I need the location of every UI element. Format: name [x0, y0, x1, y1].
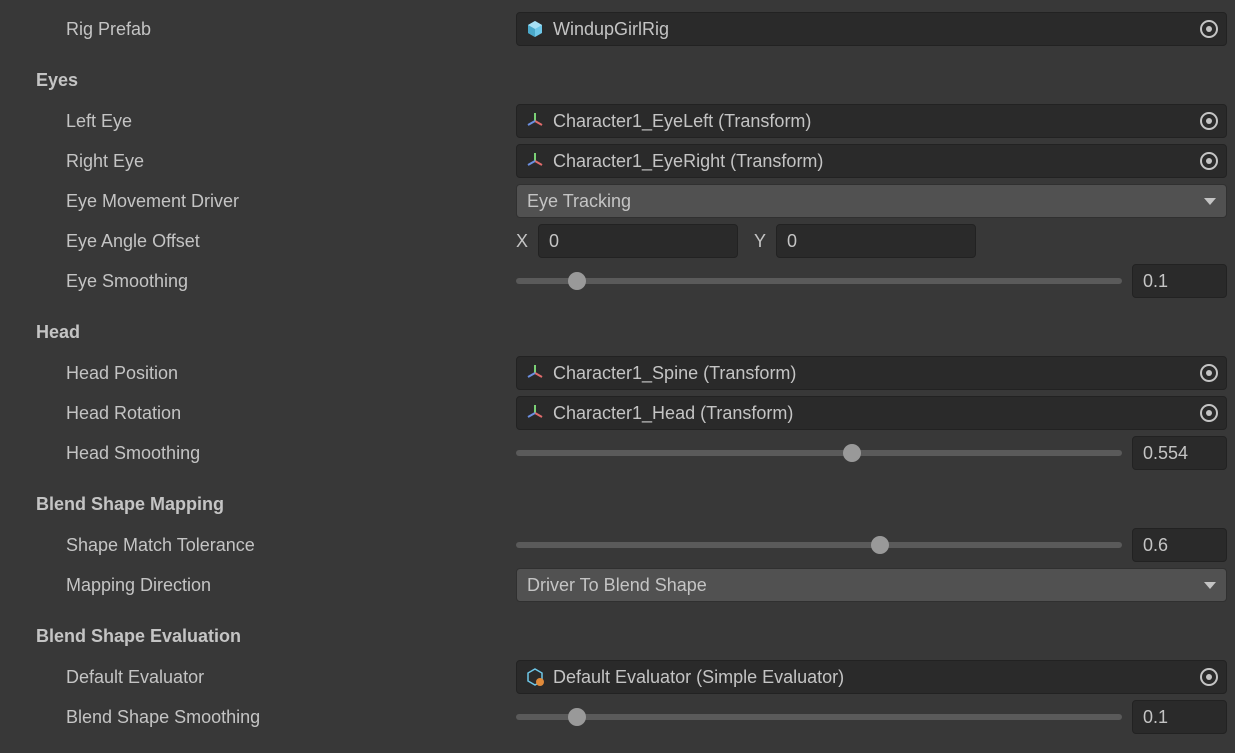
slider-thumb[interactable] — [568, 708, 586, 726]
object-picker-icon[interactable] — [1200, 364, 1218, 382]
slider-thumb[interactable] — [871, 536, 889, 554]
default-evaluator-field[interactable]: Default Evaluator (Simple Evaluator) — [516, 660, 1227, 694]
blend-shape-smoothing-value-input[interactable] — [1132, 700, 1227, 734]
prefab-icon — [525, 19, 545, 39]
head-smoothing-slider[interactable] — [516, 450, 1122, 456]
right-eye-label: Right Eye — [8, 151, 516, 172]
default-evaluator-value: Default Evaluator (Simple Evaluator) — [553, 667, 1192, 688]
rig-prefab-label: Rig Prefab — [8, 19, 516, 40]
mapping-direction-label: Mapping Direction — [8, 575, 516, 596]
y-label: Y — [744, 231, 770, 252]
shape-match-tolerance-slider[interactable] — [516, 542, 1122, 548]
mapping-direction-value: Driver To Blend Shape — [527, 575, 707, 596]
chevron-down-icon — [1204, 198, 1216, 205]
eye-smoothing-label: Eye Smoothing — [8, 271, 516, 292]
eye-movement-driver-value: Eye Tracking — [527, 191, 631, 212]
transform-icon — [525, 111, 545, 131]
head-rotation-field[interactable]: Character1_Head (Transform) — [516, 396, 1227, 430]
head-rotation-label: Head Rotation — [8, 403, 516, 424]
rig-prefab-field[interactable]: WindupGirlRig — [516, 12, 1227, 46]
eye-movement-driver-dropdown[interactable]: Eye Tracking — [516, 184, 1227, 218]
blend-shape-smoothing-slider[interactable] — [516, 714, 1122, 720]
object-picker-icon[interactable] — [1200, 404, 1218, 422]
head-position-field[interactable]: Character1_Spine (Transform) — [516, 356, 1227, 390]
object-picker-icon[interactable] — [1200, 112, 1218, 130]
shape-match-tolerance-value-input[interactable] — [1132, 528, 1227, 562]
shape-match-tolerance-label: Shape Match Tolerance — [8, 535, 516, 556]
blend-shape-evaluation-header: Blend Shape Evaluation — [8, 626, 516, 647]
head-header: Head — [8, 322, 516, 343]
default-evaluator-label: Default Evaluator — [8, 667, 516, 688]
head-position-value: Character1_Spine (Transform) — [553, 363, 1192, 384]
eye-angle-offset-label: Eye Angle Offset — [8, 231, 516, 252]
blend-shape-smoothing-label: Blend Shape Smoothing — [8, 707, 516, 728]
object-picker-icon[interactable] — [1200, 668, 1218, 686]
left-eye-label: Left Eye — [8, 111, 516, 132]
head-smoothing-value-input[interactable] — [1132, 436, 1227, 470]
chevron-down-icon — [1204, 582, 1216, 589]
eye-smoothing-slider[interactable] — [516, 278, 1122, 284]
eye-smoothing-value-input[interactable] — [1132, 264, 1227, 298]
right-eye-field[interactable]: Character1_EyeRight (Transform) — [516, 144, 1227, 178]
right-eye-value: Character1_EyeRight (Transform) — [553, 151, 1192, 172]
left-eye-field[interactable]: Character1_EyeLeft (Transform) — [516, 104, 1227, 138]
blend-shape-mapping-header: Blend Shape Mapping — [8, 494, 516, 515]
transform-icon — [525, 151, 545, 171]
scriptable-object-icon — [525, 667, 545, 687]
x-label: X — [516, 231, 532, 252]
transform-icon — [525, 363, 545, 383]
slider-thumb[interactable] — [568, 272, 586, 290]
left-eye-value: Character1_EyeLeft (Transform) — [553, 111, 1192, 132]
head-rotation-value: Character1_Head (Transform) — [553, 403, 1192, 424]
head-smoothing-label: Head Smoothing — [8, 443, 516, 464]
slider-thumb[interactable] — [843, 444, 861, 462]
eye-angle-offset-x-input[interactable] — [538, 224, 738, 258]
eyes-header: Eyes — [8, 70, 516, 91]
transform-icon — [525, 403, 545, 423]
object-picker-icon[interactable] — [1200, 20, 1218, 38]
head-position-label: Head Position — [8, 363, 516, 384]
mapping-direction-dropdown[interactable]: Driver To Blend Shape — [516, 568, 1227, 602]
eye-movement-driver-label: Eye Movement Driver — [8, 191, 516, 212]
eye-angle-offset-y-input[interactable] — [776, 224, 976, 258]
rig-prefab-value: WindupGirlRig — [553, 19, 1192, 40]
object-picker-icon[interactable] — [1200, 152, 1218, 170]
